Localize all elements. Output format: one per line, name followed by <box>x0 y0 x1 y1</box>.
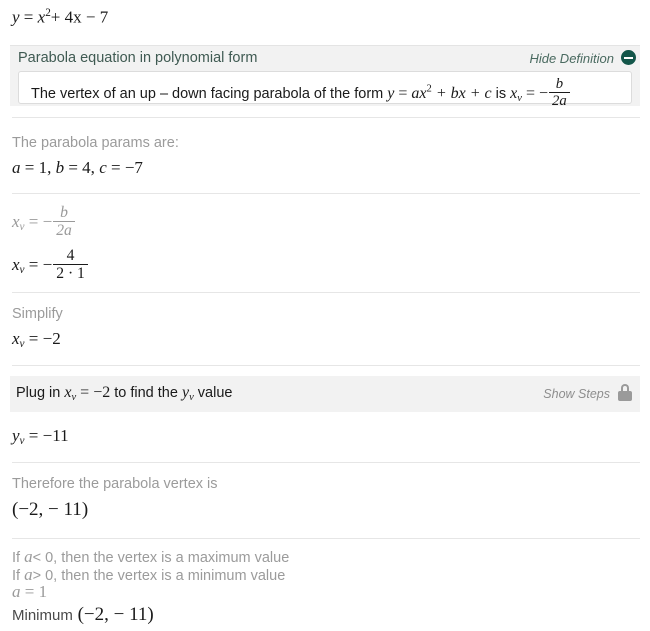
def-xv-numerator: b <box>549 76 570 94</box>
xv-formula-generic: xv = − b 2a <box>12 204 76 240</box>
cond-a-symbol: a <box>12 582 21 601</box>
xv-sub-eq: = <box>28 255 39 275</box>
plug-yv-y: y <box>181 384 190 401</box>
vertex-close-paren: ) <box>81 499 89 520</box>
plug-xv-value: = −2 <box>80 384 111 401</box>
def-xv-fraction: b 2a <box>549 76 570 110</box>
params-values: a = 1, b = 4, c = −7 <box>12 159 143 176</box>
show-steps-button[interactable]: Show Steps <box>543 387 610 401</box>
xv-sub-fraction: 42 · 1 <box>53 247 88 283</box>
yv-result: yv = −11 <box>12 427 69 447</box>
xv-generic-sub: v <box>19 221 25 234</box>
lock-icon[interactable] <box>618 384 632 401</box>
separator <box>12 117 640 118</box>
definition-text-before: The vertex of an up – down facing parabo… <box>31 85 384 102</box>
separator <box>12 193 640 194</box>
definition-formula: y = ax2 + bx + c <box>387 84 492 102</box>
plug-in-band: Plug in xv = −2 to find the yv value Sho… <box>10 376 640 412</box>
xv-generic-eq: = <box>28 212 39 232</box>
cond-max-rest: < 0, then the vertex is a maximum value <box>32 550 290 566</box>
minus-circle-icon[interactable] <box>621 50 636 65</box>
xv-sub-sub: v <box>19 264 25 277</box>
definition-vertex-formula: xv = − b 2a <box>510 76 571 109</box>
answer-y: − 11 <box>113 604 148 625</box>
param-a: a <box>12 158 21 177</box>
equation-rest: + 4x − 7 <box>50 7 109 27</box>
def-xv-denominator: 2a <box>552 93 567 110</box>
xv-generic-x: x <box>12 212 20 232</box>
yv-result-value: = −11 <box>28 426 69 445</box>
xv-sub-minus: − <box>42 255 53 275</box>
xv-result-x: x <box>12 329 20 348</box>
cond-min-rest: > 0, then the vertex is a minimum value <box>32 568 286 584</box>
xv-sub-denominator: 2 · 1 <box>56 265 85 283</box>
def-xv-eq: = <box>525 84 535 102</box>
cond-max-if: If <box>12 550 21 566</box>
definition-box: The vertex of an up – down facing parabo… <box>18 71 632 109</box>
lock-body <box>618 391 632 401</box>
plug-prefix: Plug in <box>16 385 61 401</box>
separator <box>12 538 640 539</box>
def-xv-minus: − <box>538 84 549 102</box>
separator <box>12 462 640 463</box>
param-a-value: = 1, <box>24 158 52 177</box>
separator <box>12 365 640 366</box>
xv-formula-substituted: xv = −4 2 · 1 <box>12 247 89 283</box>
xv-generic-minus: − <box>42 212 53 232</box>
definition-header: Parabola equation in polynomial form Hid… <box>10 45 640 70</box>
definition-text: The vertex of an up – down facing parabo… <box>31 76 571 110</box>
plug-in-text: Plug in xv = −2 to find the yv value <box>16 385 232 404</box>
hide-definition-button[interactable]: Hide Definition <box>529 51 614 66</box>
param-c-value: = −7 <box>110 158 143 177</box>
yv-result-sub: v <box>19 435 25 448</box>
therefore-label: Therefore the parabola vertex is <box>12 476 218 492</box>
definition-body: The vertex of an up – down facing parabo… <box>10 69 640 109</box>
params-label: The parabola params are: <box>12 135 179 151</box>
separator <box>12 292 640 293</box>
cond-max-a: a <box>24 547 33 566</box>
plug-suffix: value <box>197 385 233 401</box>
final-answer: Minimum (−2, − 11) <box>12 605 154 625</box>
param-c: c <box>99 158 107 177</box>
plug-xv-expression: xv = −2 <box>64 384 111 403</box>
plug-yv-sub: v <box>189 391 194 403</box>
cond-a-val: = 1 <box>24 582 48 601</box>
param-b: b <box>55 158 65 177</box>
yv-result-y: y <box>12 426 20 445</box>
answer-x: −2, <box>83 604 109 625</box>
xv-result: xv = −2 <box>12 330 61 350</box>
answer-point: (−2, − 11) <box>73 604 154 625</box>
equation-lhs: y <box>12 7 20 27</box>
definition-title: Parabola equation in polynomial form <box>18 50 258 66</box>
xv-generic-numerator: b <box>53 204 75 223</box>
simplify-label: Simplify <box>12 306 63 322</box>
definition-text-is: is <box>495 85 507 102</box>
solution-page: y = x2+ 4x − 7 Parabola equation in poly… <box>0 0 650 631</box>
problem-equation: y = x2+ 4x − 7 <box>12 7 109 27</box>
vertex-y: − 11 <box>48 499 82 520</box>
xv-sub-x: x <box>12 255 20 275</box>
xv-result-value: = −2 <box>28 329 61 348</box>
def-formula-mid: + bx + c <box>435 84 492 102</box>
param-b-value: = 4, <box>68 158 95 177</box>
answer-close-paren: ) <box>147 604 154 625</box>
vertex-point: (−2, − 11) <box>12 500 88 519</box>
answer-label: Minimum <box>12 607 73 624</box>
vertex-x: −2, <box>18 499 44 520</box>
xv-generic-denominator: 2a <box>56 222 72 240</box>
xv-result-sub: v <box>19 338 25 351</box>
plug-mid: to find the <box>114 385 178 401</box>
xv-sub-numerator: 4 <box>53 247 88 266</box>
condition-a-value: a = 1 <box>12 583 47 600</box>
condition-minimum: If a> 0, then the vertex is a minimum va… <box>12 566 285 587</box>
def-formula-ax: ax <box>411 84 427 102</box>
xv-generic-fraction: b 2a <box>53 204 75 240</box>
plug-yv-expression: yv <box>181 384 194 403</box>
